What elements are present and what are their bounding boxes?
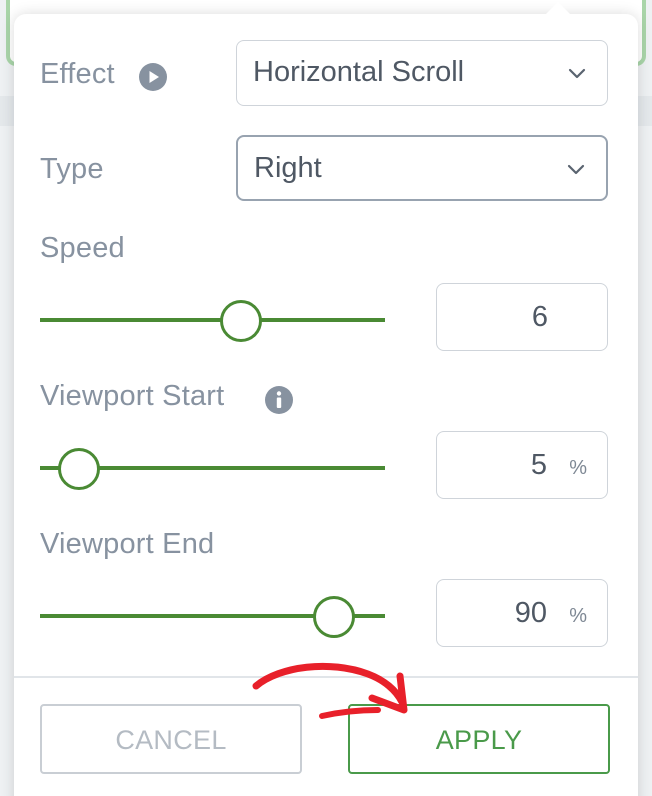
apply-button[interactable]: APPLY <box>348 704 610 774</box>
viewport-start-input[interactable]: 5 % <box>436 431 608 499</box>
play-circle-icon[interactable] <box>138 62 168 92</box>
chevron-down-icon <box>568 68 586 79</box>
viewport-end-slider[interactable] <box>40 596 385 638</box>
cancel-button[interactable]: CANCEL <box>40 704 302 774</box>
speed-slider-track[interactable] <box>40 318 385 322</box>
type-label: Type <box>40 153 104 185</box>
viewport-end-label: Viewport End <box>40 528 215 560</box>
viewport-start-label: Viewport Start <box>40 380 225 412</box>
effect-settings-popup: Effect Horizontal Scroll Type Right Spee… <box>14 2 638 796</box>
effect-label: Effect <box>40 58 115 90</box>
speed-input[interactable]: 6 <box>436 283 608 351</box>
speed-slider-thumb[interactable] <box>220 300 263 342</box>
viewport-start-slider[interactable] <box>40 448 385 490</box>
speed-value: 6 <box>531 301 548 333</box>
viewport-end-input[interactable]: 90 % <box>436 579 608 647</box>
speed-label: Speed <box>40 232 125 264</box>
viewport-start-value: 5 <box>530 449 547 481</box>
effect-select[interactable]: Horizontal Scroll <box>236 40 608 106</box>
viewport-start-unit: % <box>569 457 587 479</box>
effect-select-value: Horizontal Scroll <box>253 56 465 88</box>
viewport-end-unit: % <box>569 605 587 627</box>
viewport-end-value: 90 <box>514 597 547 629</box>
type-select-value: Right <box>254 152 322 184</box>
background-hint <box>638 96 652 126</box>
background-hint <box>0 96 14 126</box>
speed-slider[interactable] <box>40 300 385 342</box>
popup-arrow <box>544 2 572 16</box>
viewport-end-slider-thumb[interactable] <box>313 596 356 638</box>
chevron-down-icon <box>567 164 585 175</box>
viewport-start-slider-thumb[interactable] <box>57 448 100 490</box>
type-select[interactable]: Right <box>236 135 608 201</box>
footer-divider <box>14 676 638 678</box>
info-icon[interactable] <box>264 385 294 415</box>
